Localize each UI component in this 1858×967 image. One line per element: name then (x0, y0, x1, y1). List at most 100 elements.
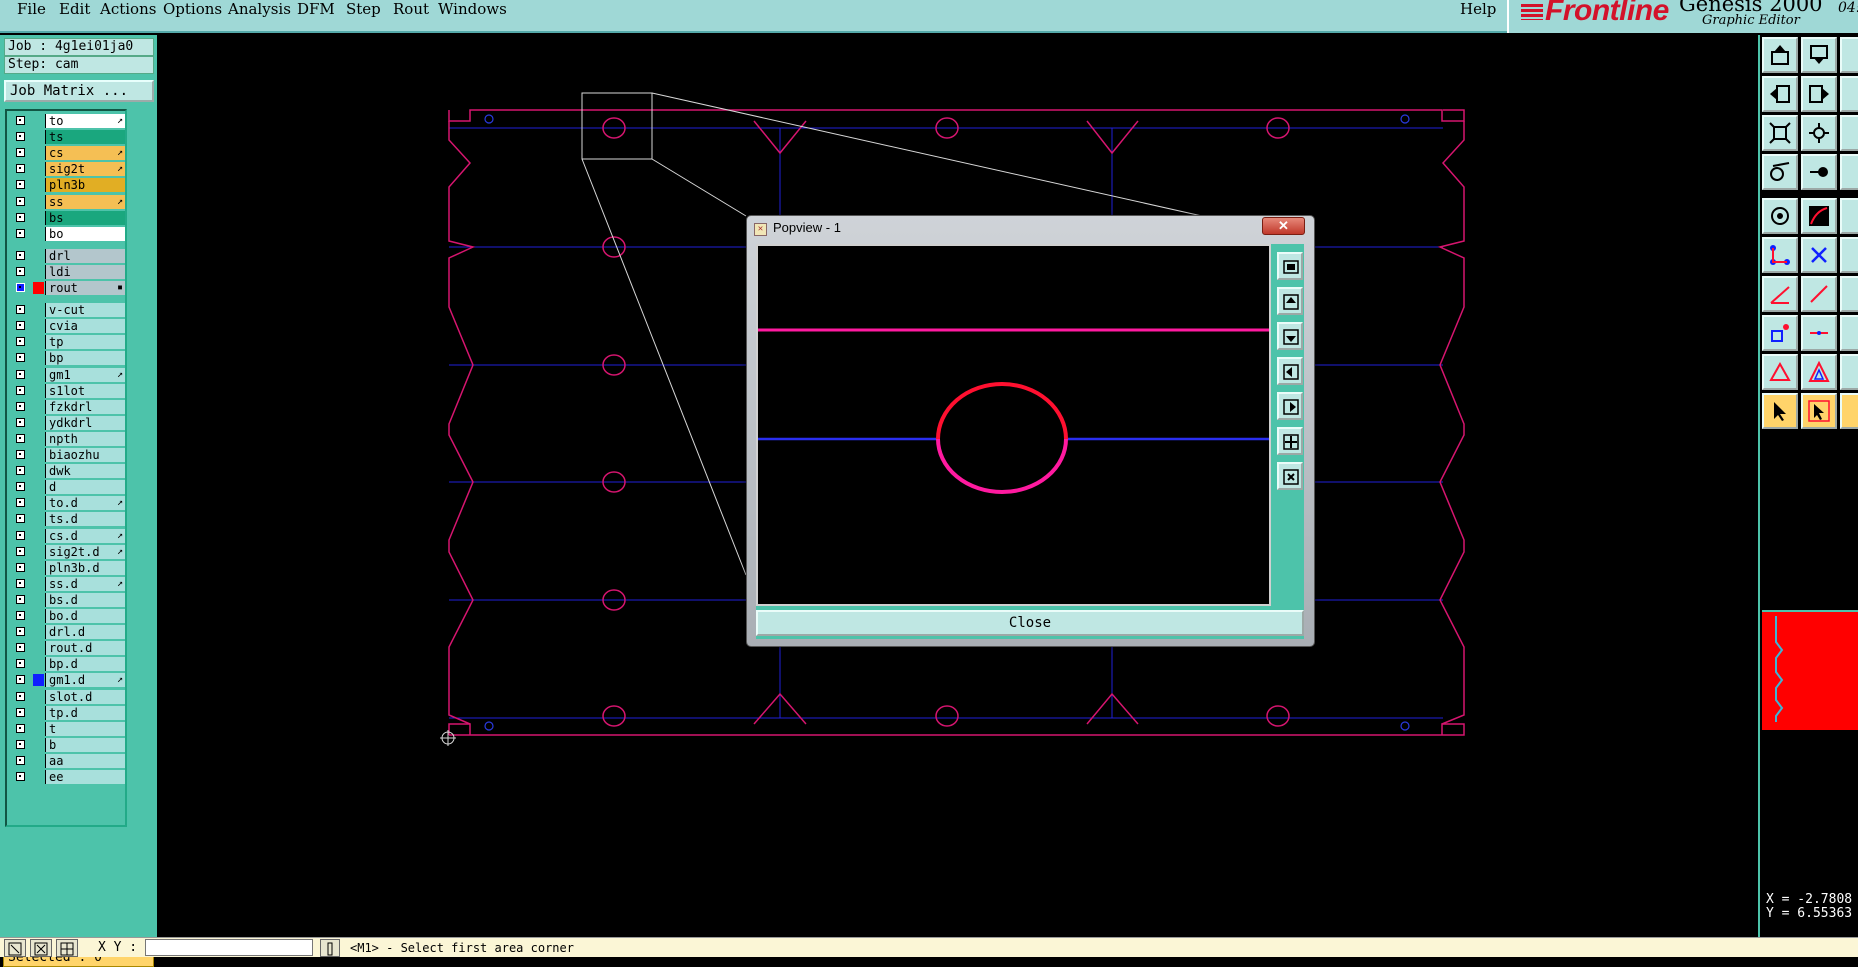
tool-delete-button[interactable] (1801, 237, 1837, 273)
layer-name[interactable]: ldi (45, 264, 125, 279)
overview-thumbnail[interactable] (1762, 610, 1858, 730)
job-matrix-button[interactable]: Job Matrix ... (4, 80, 154, 102)
tool-extra-5-button[interactable] (1840, 198, 1858, 234)
layer-name[interactable]: cs ↗ (45, 146, 125, 161)
layer-row[interactable]: biaozhu (11, 448, 125, 462)
tool-extra-1-button[interactable] (1840, 37, 1858, 73)
layer-visibility-checkbox[interactable] (16, 675, 25, 685)
layer-row[interactable]: ldi (11, 264, 125, 279)
layer-row[interactable]: gm1.d ↗ (11, 673, 125, 688)
tool-triangle-button[interactable] (1762, 354, 1798, 390)
menu-analysis[interactable]: Analysis (228, 0, 291, 18)
popview-close-x-button[interactable]: ✕ (1262, 217, 1305, 235)
layer-visibility-checkbox[interactable] (16, 755, 25, 765)
layer-row[interactable]: drl (11, 248, 125, 263)
layer-row[interactable]: to.d ↗ (11, 496, 125, 511)
layer-row[interactable]: tp.d (11, 705, 125, 720)
layer-visibility-checkbox[interactable] (16, 627, 25, 637)
layer-name[interactable]: ss ↗ (45, 194, 125, 209)
tool-polygon-button[interactable] (1801, 354, 1837, 390)
layer-visibility-checkbox[interactable] (16, 659, 25, 669)
layer-name[interactable]: tp (45, 335, 125, 350)
tool-save-button[interactable] (1801, 37, 1837, 73)
tool-arc-button[interactable] (1801, 198, 1837, 234)
layer-name[interactable]: cvia (45, 319, 125, 334)
layer-row[interactable]: sig2t.d ↗ (11, 544, 125, 559)
layer-visibility-checkbox[interactable] (16, 707, 25, 717)
layer-name[interactable]: npth (45, 431, 125, 446)
layer-name[interactable]: drl (45, 248, 125, 263)
layer-row[interactable]: ss ↗ (11, 194, 125, 209)
layer-visibility-checkbox[interactable] (16, 482, 25, 492)
layer-name[interactable]: to ↗ (45, 114, 125, 128)
tool-fit-button[interactable] (1762, 115, 1798, 151)
layer-row[interactable]: bo (11, 226, 125, 241)
layer-row[interactable]: cvia (11, 319, 125, 334)
layer-row[interactable]: dwk (11, 464, 125, 479)
tool-connect-button[interactable] (1762, 237, 1798, 273)
tool-extra-8-button[interactable] (1840, 315, 1858, 351)
layer-name[interactable]: gm1.d ↗ (45, 673, 125, 688)
layer-visibility-checkbox[interactable] (16, 266, 25, 276)
layer-row[interactable]: ts.d (11, 512, 125, 527)
layer-name[interactable]: slot.d (45, 689, 125, 704)
tool-extra-7-button[interactable] (1840, 276, 1858, 312)
layer-visibility-checkbox[interactable] (16, 562, 25, 572)
layer-visibility-checkbox[interactable] (16, 337, 25, 347)
menu-edit[interactable]: Edit (59, 0, 90, 18)
layer-row[interactable]: s1lot (11, 383, 125, 398)
tool-probe-button[interactable] (1801, 154, 1837, 190)
layer-row[interactable]: sig2t ↗ (11, 162, 125, 177)
layer-row[interactable]: aa (11, 753, 125, 768)
layer-name[interactable]: biaozhu (45, 448, 125, 462)
layer-name[interactable]: fzkdrl (45, 399, 125, 414)
tool-measure-button[interactable] (1762, 154, 1798, 190)
tool-extra-3-button[interactable] (1840, 115, 1858, 151)
layer-row[interactable]: cs.d ↗ (11, 528, 125, 543)
layer-name[interactable]: ee (45, 770, 125, 784)
layer-name[interactable]: bs.d (45, 592, 125, 607)
popview-pan-left-button[interactable] (1277, 357, 1303, 385)
layer-row[interactable]: bp (11, 351, 125, 366)
tool-select-area-button[interactable] (1801, 393, 1837, 429)
layer-visibility-checkbox[interactable] (16, 305, 25, 315)
layer-row[interactable]: to ↗ (11, 114, 125, 128)
popview-zoom-out-button[interactable] (1277, 462, 1303, 490)
layer-name[interactable]: tp.d (45, 705, 125, 720)
tool-extra-2-button[interactable] (1840, 76, 1858, 112)
layer-row[interactable]: fzkdrl (11, 399, 125, 414)
menu-step[interactable]: Step (346, 0, 381, 18)
layer-name[interactable]: ts (45, 130, 125, 145)
layer-name[interactable]: sig2t.d ↗ (45, 544, 125, 559)
tool-line-button[interactable] (1762, 276, 1798, 312)
tool-extra-9-button[interactable] (1840, 354, 1858, 390)
layer-name[interactable]: rout.d (45, 641, 125, 656)
tool-segment-button[interactable] (1801, 315, 1837, 351)
layer-name[interactable]: d (45, 480, 125, 495)
menu-dfm[interactable]: DFM (297, 0, 335, 18)
layer-row[interactable]: rout.d (11, 641, 125, 656)
layer-visibility-checkbox[interactable] (16, 212, 25, 222)
layer-name[interactable]: to.d ↗ (45, 496, 125, 511)
menu-file[interactable]: File (17, 0, 46, 18)
layer-visibility-checkbox[interactable] (16, 466, 25, 476)
tool-import-button[interactable] (1762, 76, 1798, 112)
layer-name[interactable]: rout ▪ (45, 281, 125, 295)
layer-row[interactable]: pln3b (11, 178, 125, 193)
layer-visibility-checkbox[interactable] (16, 228, 25, 238)
tool-center-button[interactable] (1801, 115, 1837, 151)
layer-name[interactable]: cs.d ↗ (45, 528, 125, 543)
popview-fit-button[interactable] (1277, 252, 1303, 280)
layer-name[interactable]: bo.d (45, 609, 125, 623)
tool-snap-button[interactable] (1762, 198, 1798, 234)
layer-visibility-checkbox[interactable] (16, 164, 25, 174)
popview-pan-right-button[interactable] (1277, 392, 1303, 420)
popview-close-button[interactable]: Close (756, 610, 1304, 636)
layer-row[interactable]: cs ↗ (11, 146, 125, 161)
layer-visibility-checkbox[interactable] (16, 450, 25, 459)
layer-row[interactable]: pln3b.d (11, 560, 125, 575)
cross-mode-button[interactable] (30, 939, 52, 957)
menu-windows[interactable]: Windows (438, 0, 507, 18)
layer-visibility-checkbox[interactable] (16, 433, 25, 443)
layer-name[interactable]: v-cut (45, 303, 125, 318)
